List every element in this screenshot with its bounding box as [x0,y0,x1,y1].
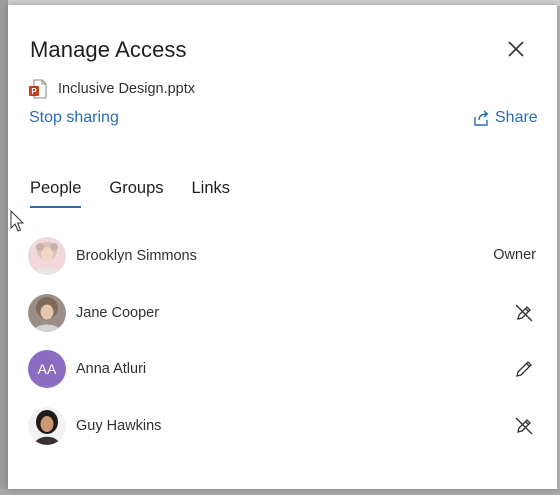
avatar: AA [28,350,66,388]
list-item[interactable]: Brooklyn Simmons Owner [28,237,542,275]
file-name: Inclusive Design.pptx [58,81,196,97]
cannot-edit-button[interactable] [512,414,536,438]
list-item[interactable]: Jane Cooper [28,293,542,332]
cannot-edit-icon [515,417,533,434]
person-name: Guy Hawkins [76,417,162,434]
person-name: Jane Cooper [76,304,160,321]
close-icon [508,41,524,57]
share-button[interactable]: Share [472,109,538,127]
manage-access-panel: Manage Access P Inclusive Design.pptx St… [8,5,557,489]
file-info: P Inclusive Design.pptx [28,79,195,99]
tab-bar: People Groups Links [30,179,258,208]
stop-sharing-link[interactable]: Stop sharing [29,109,119,127]
avatar [28,293,66,332]
can-edit-button[interactable] [512,357,536,381]
share-icon [474,110,489,126]
svg-text:P: P [31,87,37,96]
tab-people[interactable]: People [30,179,82,208]
backdrop-bottom [0,489,560,495]
person-name: Anna Atluri [76,361,147,377]
close-button[interactable] [504,37,528,61]
powerpoint-file-icon: P [29,79,47,99]
mouse-cursor-icon [10,210,25,232]
can-edit-icon [516,361,532,377]
person-name: Brooklyn Simmons [76,248,197,264]
list-item[interactable]: AA Anna Atluri [28,350,542,388]
backdrop-left [0,0,8,495]
avatar [28,237,66,275]
cannot-edit-button[interactable] [512,301,536,325]
share-label: Share [495,109,538,126]
list-item[interactable]: Guy Hawkins [28,406,542,445]
avatar [28,406,66,445]
cannot-edit-icon [515,304,533,321]
tab-links[interactable]: Links [192,179,231,208]
people-list: Brooklyn Simmons Owner Jane Cooper AA An… [28,237,542,463]
dialog-title: Manage Access [30,37,187,62]
tab-groups[interactable]: Groups [109,179,163,208]
role-label: Owner [493,247,536,263]
